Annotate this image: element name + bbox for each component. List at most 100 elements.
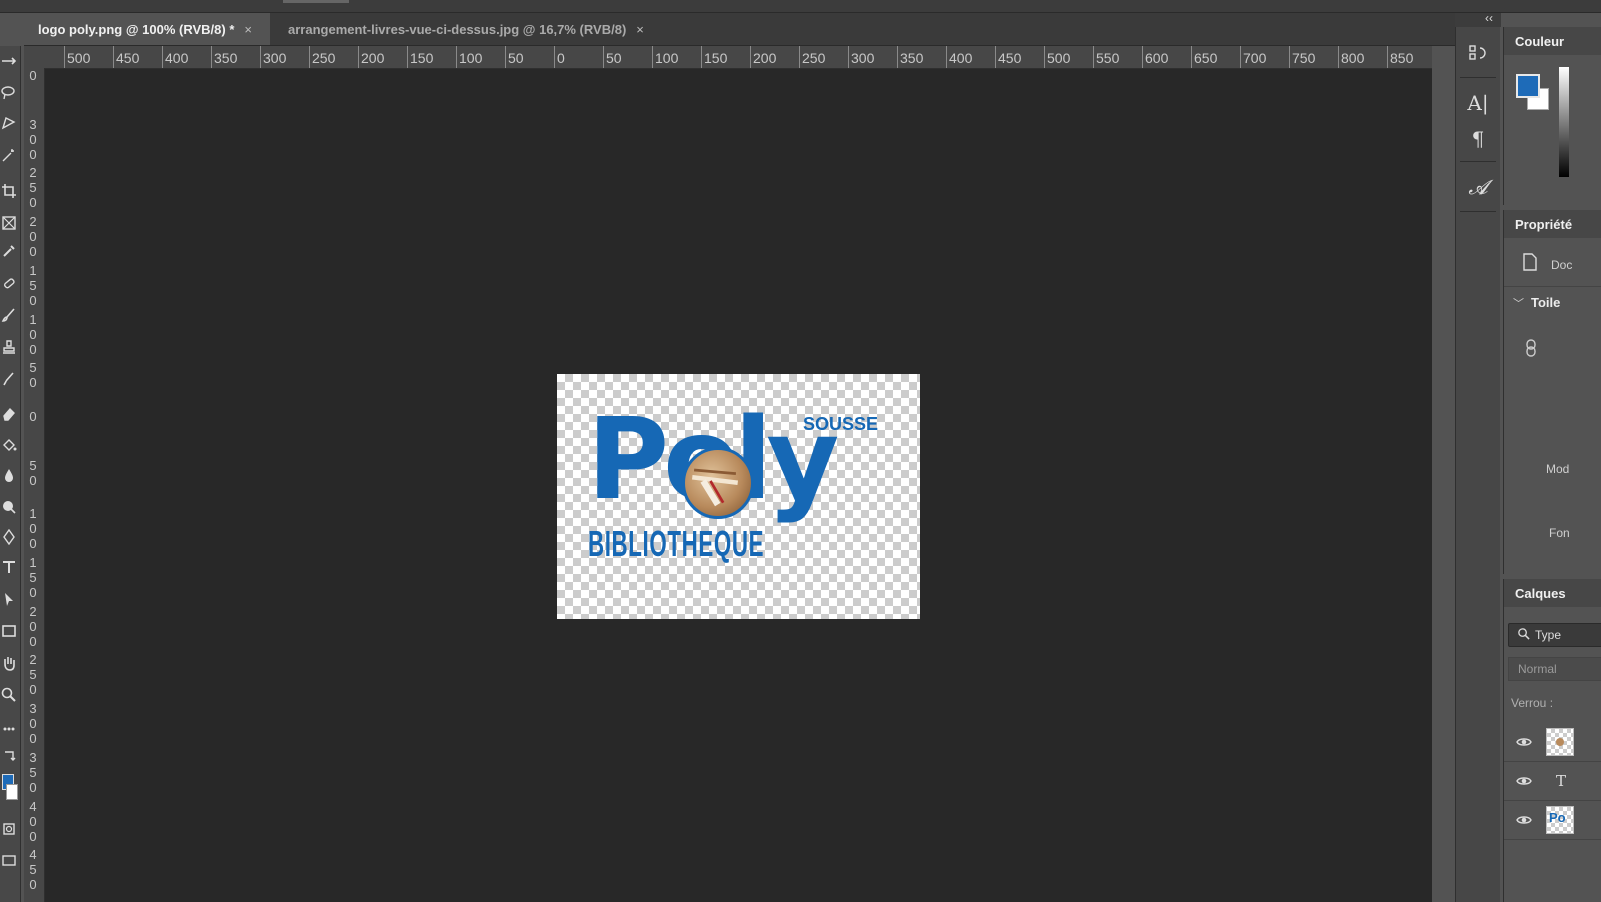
ruler-label: 150 — [29, 262, 37, 308]
layer-row[interactable] — [1504, 723, 1601, 762]
ruler-tick — [1191, 46, 1192, 68]
panel-collapse-bar[interactable]: ‹‹ — [1455, 11, 1501, 27]
swap-colors-icon[interactable] — [0, 746, 18, 768]
path-selection-icon[interactable] — [0, 588, 18, 610]
screen-mode-icon[interactable] — [0, 850, 18, 872]
ruler-label: 450 — [29, 847, 37, 893]
panel-divider — [1460, 211, 1496, 212]
ruler-tick — [162, 46, 163, 68]
panel-icon-column: A| ¶ 𝓐 — [1455, 27, 1500, 902]
lasso-tool-icon[interactable] — [0, 82, 18, 104]
eye-icon[interactable] — [1516, 812, 1532, 828]
ruler-label: 100 — [655, 50, 679, 66]
eye-icon[interactable] — [1516, 773, 1532, 789]
ruler-label: 750 — [1292, 50, 1316, 66]
ruler-tick — [1093, 46, 1094, 68]
ruler-label: 150 — [704, 50, 728, 66]
ruler-tick — [456, 46, 457, 68]
ruler-label: 700 — [1243, 50, 1267, 66]
document-canvas[interactable]: Poly SOUSSE BIBLIOTHEQUE — [557, 374, 920, 619]
ruler-tick — [652, 46, 653, 68]
color-ramp[interactable] — [1559, 67, 1569, 177]
ruler-label: 200 — [361, 50, 385, 66]
ruler-label: 0 — [557, 50, 565, 66]
eraser-icon[interactable] — [0, 402, 18, 424]
ruler-origin[interactable] — [24, 46, 45, 69]
clone-stamp-icon[interactable] — [0, 336, 18, 358]
crop-tool-icon[interactable] — [0, 180, 18, 202]
ruler-label: 300 — [851, 50, 875, 66]
ruler-tick — [64, 46, 65, 68]
ruler-label: 500 — [1047, 50, 1071, 66]
canvas-area[interactable]: Poly SOUSSE BIBLIOTHEQUE — [45, 69, 1432, 902]
ruler-label: 50 — [606, 50, 622, 66]
blur-tool-icon[interactable] — [0, 464, 18, 486]
quick-mask-icon[interactable] — [0, 818, 18, 840]
type-tool-icon[interactable] — [0, 556, 18, 578]
vertical-ruler[interactable]: 0 300 250 200 150 100 50 0 50 100 150 200 250 300 350 4… — [24, 68, 45, 902]
ruler-label: 150 — [29, 555, 37, 600]
layers-panel-header: Calques — [1504, 579, 1601, 607]
blend-mode-select[interactable]: Normal — [1508, 657, 1601, 681]
ruler-tick — [848, 46, 849, 68]
history-icon[interactable] — [1462, 37, 1494, 69]
hand-tool-icon[interactable] — [0, 652, 18, 674]
properties-panel-title: Propriété — [1515, 217, 1573, 232]
ruler-label: 800 — [1341, 50, 1365, 66]
collapse-icon[interactable]: ‹‹ — [1485, 11, 1493, 25]
tools-panel — [0, 46, 21, 902]
ruler-label: 100 — [459, 50, 483, 66]
layer-row[interactable]: Po — [1504, 801, 1601, 840]
zoom-tool-icon[interactable] — [0, 684, 18, 706]
ruler-label: 400 — [165, 50, 189, 66]
ruler-tick — [603, 46, 604, 68]
panel-divider — [1460, 161, 1496, 162]
foreground-color-chip[interactable] — [1516, 74, 1540, 98]
blend-mode-value: Normal — [1518, 662, 1557, 676]
ruler-tick — [554, 46, 555, 68]
chevron-down-icon[interactable]: ﹀ — [1513, 295, 1524, 311]
close-icon[interactable]: × — [244, 22, 252, 37]
tab-label: logo poly.png @ 100% (RVB/8) * — [38, 21, 235, 37]
paragraph-icon[interactable]: ¶ — [1462, 123, 1494, 155]
link-icon[interactable] — [1524, 338, 1538, 363]
horizontal-ruler[interactable]: 500 450 400 350 300 250 200 150 100 50 0 50 100 150 20… — [44, 46, 1432, 69]
color-panel: Couleur — [1503, 27, 1601, 205]
ruler-tick — [946, 46, 947, 68]
eyedropper-icon[interactable] — [0, 240, 18, 262]
tab-label: arrangement-livres-vue-ci-dessus.jpg @ 1… — [288, 21, 627, 37]
healing-brush-icon[interactable] — [0, 272, 18, 294]
color-panel-header: Couleur — [1504, 27, 1601, 55]
dodge-tool-icon[interactable] — [0, 496, 18, 518]
eye-icon[interactable] — [1516, 734, 1532, 750]
close-icon[interactable]: × — [636, 22, 644, 37]
ruler-label: 300 — [29, 701, 37, 747]
more-tools-icon[interactable] — [0, 718, 18, 740]
pen-tool-icon[interactable] — [0, 526, 18, 548]
magic-wand-icon[interactable] — [0, 144, 18, 166]
tab-arrangement-livres[interactable]: arrangement-livres-vue-ci-dessus.jpg @ 1… — [274, 13, 666, 45]
ruler-label: 500 — [67, 50, 91, 66]
layer-filter-field[interactable]: Type — [1508, 623, 1601, 647]
ruler-tick — [1142, 46, 1143, 68]
layer-row[interactable]: T — [1504, 762, 1601, 801]
paint-bucket-icon[interactable] — [0, 434, 18, 456]
history-brush-icon[interactable] — [0, 368, 18, 390]
character-icon[interactable]: A| — [1462, 87, 1494, 119]
frame-tool-icon[interactable] — [0, 212, 18, 234]
background-color-swatch[interactable] — [6, 784, 18, 800]
canvas-section-title[interactable]: Toile — [1531, 295, 1560, 310]
rectangle-tool-icon[interactable] — [0, 620, 18, 642]
glyphs-icon[interactable]: 𝓐 — [1462, 171, 1494, 203]
ruler-label: 850 — [1390, 50, 1414, 66]
layer-thumb-text: Po — [1549, 810, 1566, 825]
ruler-tick — [750, 46, 751, 68]
brush-tool-icon[interactable] — [0, 304, 18, 326]
tab-logo-poly[interactable]: logo poly.png @ 100% (RVB/8) * × — [24, 13, 270, 45]
ruler-label: 450 — [998, 50, 1022, 66]
polygonal-lasso-icon[interactable] — [0, 112, 18, 134]
move-tool-icon[interactable] — [0, 50, 18, 72]
properties-panel-header: Propriété — [1504, 210, 1601, 238]
document-icon — [1520, 252, 1540, 277]
layers-panel: Calques Type Normal Verrou : T Po — [1503, 579, 1601, 902]
